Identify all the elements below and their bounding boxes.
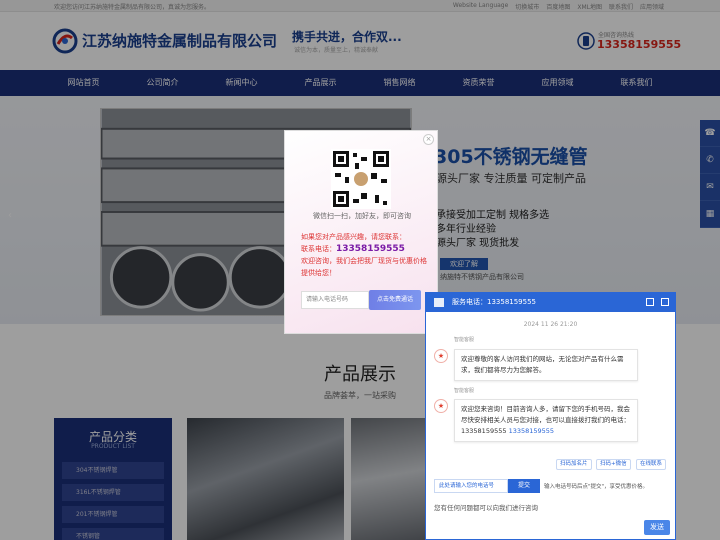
- popup-message: 如果您对产品感兴趣，请您联系： 联系电话：13358159555 欢迎咨询，我们…: [301, 231, 431, 279]
- chip-online-contact[interactable]: 在线联系: [636, 459, 667, 470]
- chat-expand-icon[interactable]: [661, 298, 669, 306]
- contact-popup: × 微信扫一扫，加好友，即可咨询 如果您对产品感兴趣，请您联系： 联系电话：13…: [284, 130, 438, 334]
- chat-message-input[interactable]: 您有任何问题都可以向我们进行咨询: [434, 502, 538, 512]
- chip-scan-card[interactable]: 扫码加名片: [556, 459, 592, 470]
- wechat-qr-code: [331, 149, 391, 209]
- popup-phone-label: 联系电话：: [301, 245, 336, 253]
- popup-phone-number: 13358159555: [336, 244, 405, 254]
- chat-minimize-icon[interactable]: [646, 298, 654, 306]
- agent-avatar-icon: ★: [434, 399, 448, 413]
- chat-header: 服务电话：13358159555: [426, 293, 675, 312]
- phone-submit-row: 此处请输入您的电话号 提交 输入电话号码后点"提交"，享受优惠价格。: [434, 479, 670, 493]
- qr-caption: 微信扫一扫，加好友，即可咨询: [313, 212, 411, 220]
- agent-name: 智能客服: [454, 388, 475, 394]
- chat-logo-icon: [434, 298, 444, 307]
- chat-message: 欢迎您来咨询！目前咨询人多，请留下您的手机号码，我会尽快安排相关人员与您对接，也…: [454, 399, 638, 442]
- chat-window: 服务电话：13358159555 2024 11 26 21:20 智能客服 ★…: [425, 292, 676, 540]
- chat-phone-link[interactable]: 13358159555: [509, 427, 555, 435]
- chat-phone-input[interactable]: 此处请输入您的电话号: [434, 479, 508, 493]
- send-button[interactable]: 发送: [644, 520, 670, 535]
- chat-timestamp: 2024 11 26 21:20: [523, 321, 578, 328]
- chip-scan-wechat[interactable]: 扫码+微信: [596, 459, 631, 470]
- chat-phone-hint: 输入电话号码后点"提交"，享受优惠价格。: [544, 484, 649, 490]
- popup-line: 如果您对产品感兴趣，请您联系：: [301, 233, 406, 241]
- chat-phone-submit-button[interactable]: 提交: [508, 479, 540, 493]
- free-call-button[interactable]: 点击免费通话: [369, 290, 421, 310]
- popup-phone-input[interactable]: 请输入电话号码: [301, 291, 369, 309]
- popup-close-icon[interactable]: ×: [423, 134, 434, 145]
- agent-name: 智能客服: [454, 337, 475, 343]
- agent-avatar-icon: ★: [434, 349, 448, 363]
- popup-phone-line: 联系电话：13358159555: [301, 243, 431, 255]
- chat-message: 欢迎尊敬的客人访问我们的网站，无论您对产品有什么需求，我们都将尽力为您解答。: [454, 349, 638, 381]
- popup-line: 欢迎咨询，我们会把我厂现货与优惠价格提供给您！: [301, 257, 427, 277]
